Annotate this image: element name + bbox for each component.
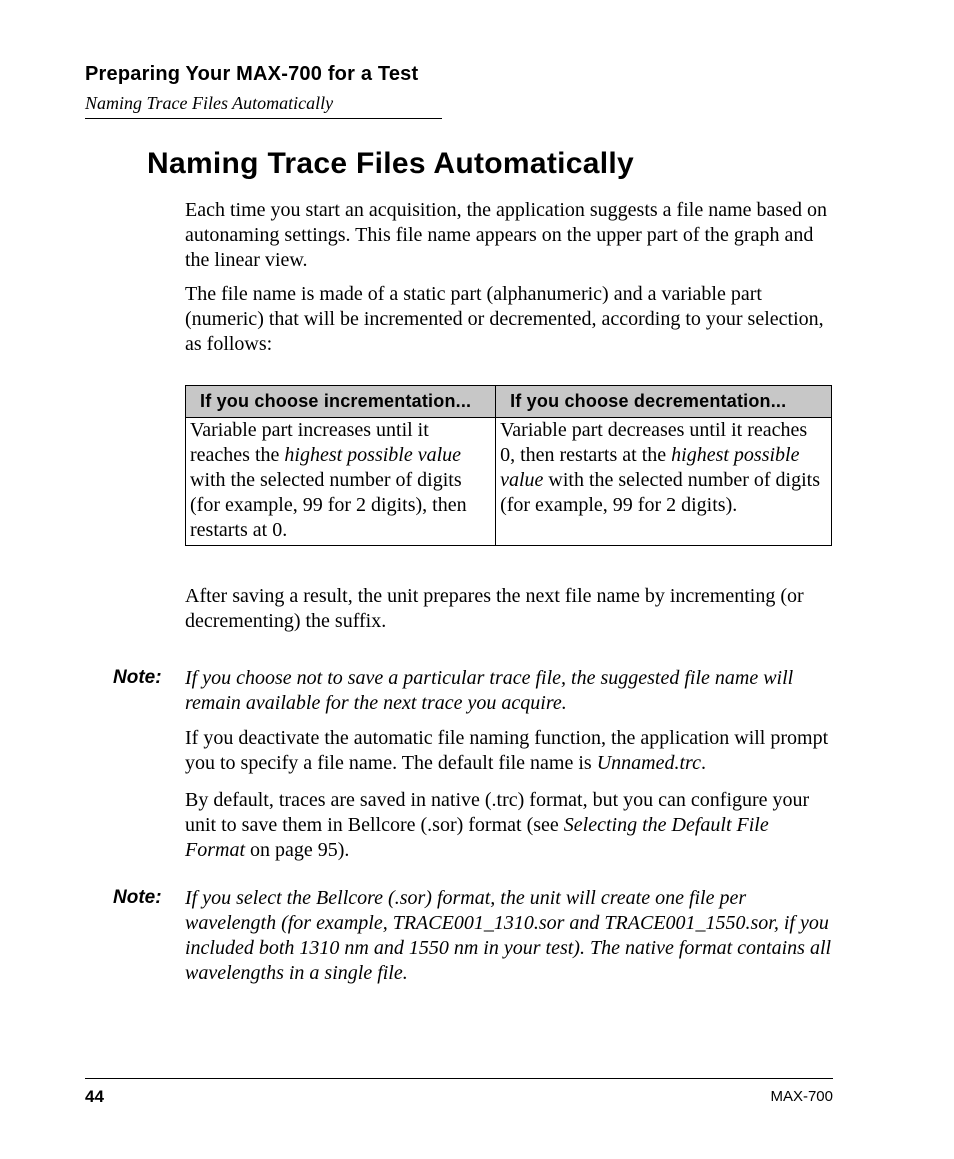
section-title: Naming Trace Files Automatically (85, 92, 333, 115)
chapter-title: Preparing Your MAX-700 for a Test (85, 62, 418, 87)
td-inc-italic: highest possible value (284, 444, 461, 466)
paragraph-by-default: By default, traces are saved in native (… (185, 788, 832, 863)
note-label: Note: (113, 886, 173, 910)
td-incrementation: Variable part increases until it reaches… (186, 417, 496, 545)
td-dec-text-b: with the selected number of digits (for … (500, 469, 820, 516)
table-header-row: If you choose incrementation... If you c… (186, 386, 832, 418)
paragraph-filename: The file name is made of a static part (… (185, 282, 832, 357)
paragraph-intro: Each time you start an acquisition, the … (185, 198, 832, 273)
note-2: If you select the Bellcore (.sor) format… (185, 886, 832, 986)
table-row: Variable part increases until it reaches… (186, 417, 832, 545)
product-name: MAX-700 (770, 1088, 833, 1107)
paragraph-deactivate: If you deactivate the automatic file nam… (185, 726, 832, 776)
note-label: Note: (113, 666, 173, 690)
th-decrementation: If you choose decrementation... (496, 386, 832, 418)
page-title: Naming Trace Files Automatically (147, 145, 634, 183)
default-filename: Unnamed.trc (597, 752, 701, 774)
note-1: If you choose not to save a particular t… (185, 666, 832, 716)
inc-dec-table: If you choose incrementation... If you c… (185, 385, 832, 546)
footer-rule (85, 1078, 833, 1079)
deact-text-a: If you deactivate the automatic file nam… (185, 727, 828, 774)
deact-text-b: . (701, 752, 706, 774)
page-number: 44 (85, 1086, 104, 1107)
th-incrementation: If you choose incrementation... (186, 386, 496, 418)
td-decrementation: Variable part decreases until it reaches… (496, 417, 832, 545)
bydef-text-b: on page 95). (245, 839, 349, 861)
td-inc-text-b: with the selected number of digits (for … (190, 469, 467, 541)
paragraph-after-saving: After saving a result, the unit prepares… (185, 584, 832, 634)
header-rule (85, 118, 442, 119)
document-page: Preparing Your MAX-700 for a Test Naming… (0, 0, 954, 1159)
